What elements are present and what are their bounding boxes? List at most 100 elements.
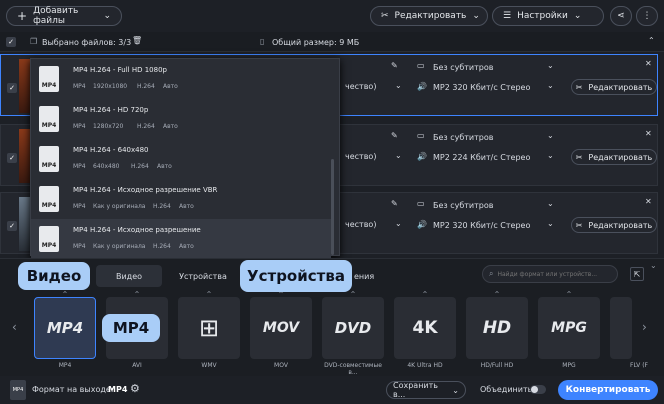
mp4-file-icon: MP4 bbox=[39, 106, 59, 132]
scroll-right-icon[interactable]: › bbox=[642, 320, 647, 334]
format-tile-mp4[interactable]: MP4 bbox=[34, 297, 96, 359]
preset-title: MP4 H.264 - Исходное разрешение VBR bbox=[73, 186, 218, 194]
format-label: MPG bbox=[562, 362, 576, 369]
format-tile-dvd[interactable]: DVD bbox=[322, 297, 384, 359]
callout-video-text: Видео bbox=[26, 267, 82, 285]
preset-title: MP4 H.264 - Исходное разрешение bbox=[73, 226, 201, 234]
format-label: FLV (F bbox=[630, 362, 648, 369]
format-tile-hd[interactable]: HD bbox=[466, 297, 528, 359]
close-icon[interactable]: ✕ bbox=[645, 129, 652, 138]
add-files-button[interactable]: + Добавить файлы ⌄ bbox=[6, 6, 122, 26]
tab-partial-label[interactable]: ения bbox=[354, 272, 374, 281]
mp4-file-icon: MP4 bbox=[39, 226, 59, 252]
tab-devices[interactable]: Устройства bbox=[170, 265, 236, 287]
chevron-down-icon[interactable]: ⌄ bbox=[547, 131, 554, 140]
format-search[interactable]: ⌕ bbox=[482, 265, 618, 283]
row-edit-label: Редактировать bbox=[588, 152, 653, 162]
trash-icon[interactable]: 🗑 bbox=[132, 36, 142, 45]
preset-item[interactable]: MP4 MP4 H.264 - Исходное разрешение VBR … bbox=[31, 179, 331, 219]
format-label: WMV bbox=[201, 362, 217, 369]
format-label: AVI bbox=[132, 362, 142, 369]
share-icon: ⋖ bbox=[617, 11, 625, 21]
chevron-down-icon[interactable]: ⌄ bbox=[547, 61, 554, 70]
collapse-icon[interactable]: ⌃ bbox=[648, 36, 655, 45]
row-edit-button[interactable]: ✂ Редактировать bbox=[571, 149, 657, 165]
gear-icon[interactable]: ⚙ bbox=[130, 382, 140, 395]
close-icon[interactable]: ✕ bbox=[645, 59, 652, 68]
toggle-knob bbox=[531, 386, 538, 393]
edit-button[interactable]: ✂ Редактировать ⌄ bbox=[370, 6, 488, 26]
save-to-select[interactable]: Сохранить в... ⌄ bbox=[386, 381, 466, 399]
row-checkbox[interactable]: ✓ bbox=[7, 221, 17, 231]
add-files-label: Добавить файлы bbox=[33, 6, 79, 26]
chevron-down-icon[interactable]: ⌄ bbox=[547, 219, 554, 228]
preset-item[interactable]: MP4 MP4 H.264 - HD 720p MP4 1280x720 H.2… bbox=[31, 99, 331, 139]
preset-spec: H.264 bbox=[131, 163, 149, 170]
chevron-down-icon[interactable]: ⌄ bbox=[547, 81, 554, 90]
close-icon[interactable]: ✕ bbox=[645, 197, 652, 206]
file-icon: ▯ bbox=[260, 37, 265, 46]
subtitle-icon: ▭ bbox=[417, 131, 425, 140]
preset-spec: H.264 bbox=[137, 83, 155, 90]
preset-item[interactable]: MP4 MP4 H.264 - Исходное разрешение MP4 … bbox=[31, 219, 331, 259]
mp4-file-icon: MP4 bbox=[39, 186, 59, 212]
row-checkbox[interactable]: ✓ bbox=[7, 153, 17, 163]
merge-label: Объединить: bbox=[480, 385, 536, 394]
file-icon-label: MP4 bbox=[41, 82, 57, 89]
format-tile-4k[interactable]: 4K bbox=[394, 297, 456, 359]
format-label: MOV bbox=[274, 362, 288, 369]
preset-dropdown: MP4 MP4 H.264 - Full HD 1080p MP4 1920x1… bbox=[30, 58, 340, 259]
format-label: HD/Full HD bbox=[480, 362, 514, 369]
settings-button[interactable]: ☰ Настройки ⌄ bbox=[492, 6, 604, 26]
preset-spec: 1280x720 bbox=[93, 123, 124, 130]
files-bar: ✓ ❐ Выбрано файлов: 3/3 🗑 ▯ Общий размер… bbox=[0, 32, 664, 52]
preset-spec: Авто bbox=[157, 163, 172, 170]
pencil-icon[interactable]: ✎ bbox=[391, 61, 398, 70]
audio-select[interactable]: MP2 320 Кбит/с Стерео bbox=[433, 221, 530, 230]
total-size: Общий размер: 9 МБ bbox=[272, 38, 360, 47]
pencil-icon[interactable]: ✎ bbox=[391, 199, 398, 208]
save-to-label: Сохранить в... bbox=[393, 381, 438, 399]
audio-select[interactable]: MP2 320 Кбит/с Стерео bbox=[433, 83, 530, 92]
chevron-down-icon: ⌄ bbox=[472, 11, 480, 21]
more-button[interactable]: ⋮ bbox=[636, 6, 658, 26]
chevron-down-icon[interactable]: ⌄ bbox=[547, 199, 554, 208]
search-input[interactable] bbox=[497, 270, 610, 278]
select-all-checkbox[interactable]: ✓ bbox=[6, 37, 16, 47]
format-tile-wmv[interactable]: ⊞ bbox=[178, 297, 240, 359]
dropdown-scrollbar[interactable] bbox=[331, 159, 334, 255]
selected-count: Выбрано файлов: 3/3 bbox=[42, 38, 132, 47]
preset-title: MP4 H.264 - Full HD 1080p bbox=[73, 66, 167, 74]
4k-logo-icon: 4K bbox=[412, 318, 438, 338]
output-format-value: MP4 bbox=[108, 385, 128, 394]
chevron-down-icon[interactable]: ⌄ bbox=[547, 151, 554, 160]
pencil-icon[interactable]: ✎ bbox=[391, 131, 398, 140]
preset-item[interactable]: MP4 MP4 H.264 - 640x480 MP4 640x480 H.26… bbox=[31, 139, 331, 179]
format-tile-mpg[interactable]: MPG bbox=[538, 297, 600, 359]
row-edit-button[interactable]: ✂ Редактировать bbox=[571, 79, 657, 95]
search-icon: ⌕ bbox=[489, 269, 494, 278]
row-edit-button[interactable]: ✂ Редактировать bbox=[571, 217, 657, 233]
tab-video[interactable]: Видео bbox=[96, 265, 162, 287]
plus-icon: + bbox=[17, 9, 28, 23]
convert-button[interactable]: Конвертировать bbox=[558, 380, 658, 400]
row-checkbox[interactable]: ✓ bbox=[7, 83, 17, 93]
top-toolbar: + Добавить файлы ⌄ ✂ Редактировать ⌄ ☰ Н… bbox=[0, 0, 664, 32]
export-icon[interactable]: ⇱ bbox=[630, 267, 644, 281]
share-button[interactable]: ⋖ bbox=[610, 6, 632, 26]
subtitle-select[interactable]: Без субтитров bbox=[433, 201, 493, 210]
subtitle-select[interactable]: Без субтитров bbox=[433, 63, 493, 72]
subtitle-select[interactable]: Без субтитров bbox=[433, 133, 493, 142]
format-tile-flv[interactable] bbox=[610, 297, 632, 359]
preset-spec: MP4 bbox=[73, 123, 86, 130]
scroll-left-icon[interactable]: ‹ bbox=[12, 320, 17, 334]
chevron-down-icon[interactable]: ⌄ bbox=[395, 219, 402, 228]
format-tile-mov[interactable]: MOV bbox=[250, 297, 312, 359]
preset-item[interactable]: MP4 MP4 H.264 - Full HD 1080p MP4 1920x1… bbox=[31, 59, 331, 99]
chevron-down-icon[interactable]: ⌄ bbox=[395, 81, 402, 90]
chevron-down-icon[interactable]: ⌄ bbox=[395, 151, 402, 160]
chevron-down-icon[interactable]: ⌄ bbox=[650, 261, 657, 270]
audio-select[interactable]: MP2 224 Кбит/с Стерео bbox=[433, 153, 530, 162]
hd-logo-icon: HD bbox=[482, 318, 512, 338]
merge-toggle[interactable] bbox=[530, 385, 546, 394]
